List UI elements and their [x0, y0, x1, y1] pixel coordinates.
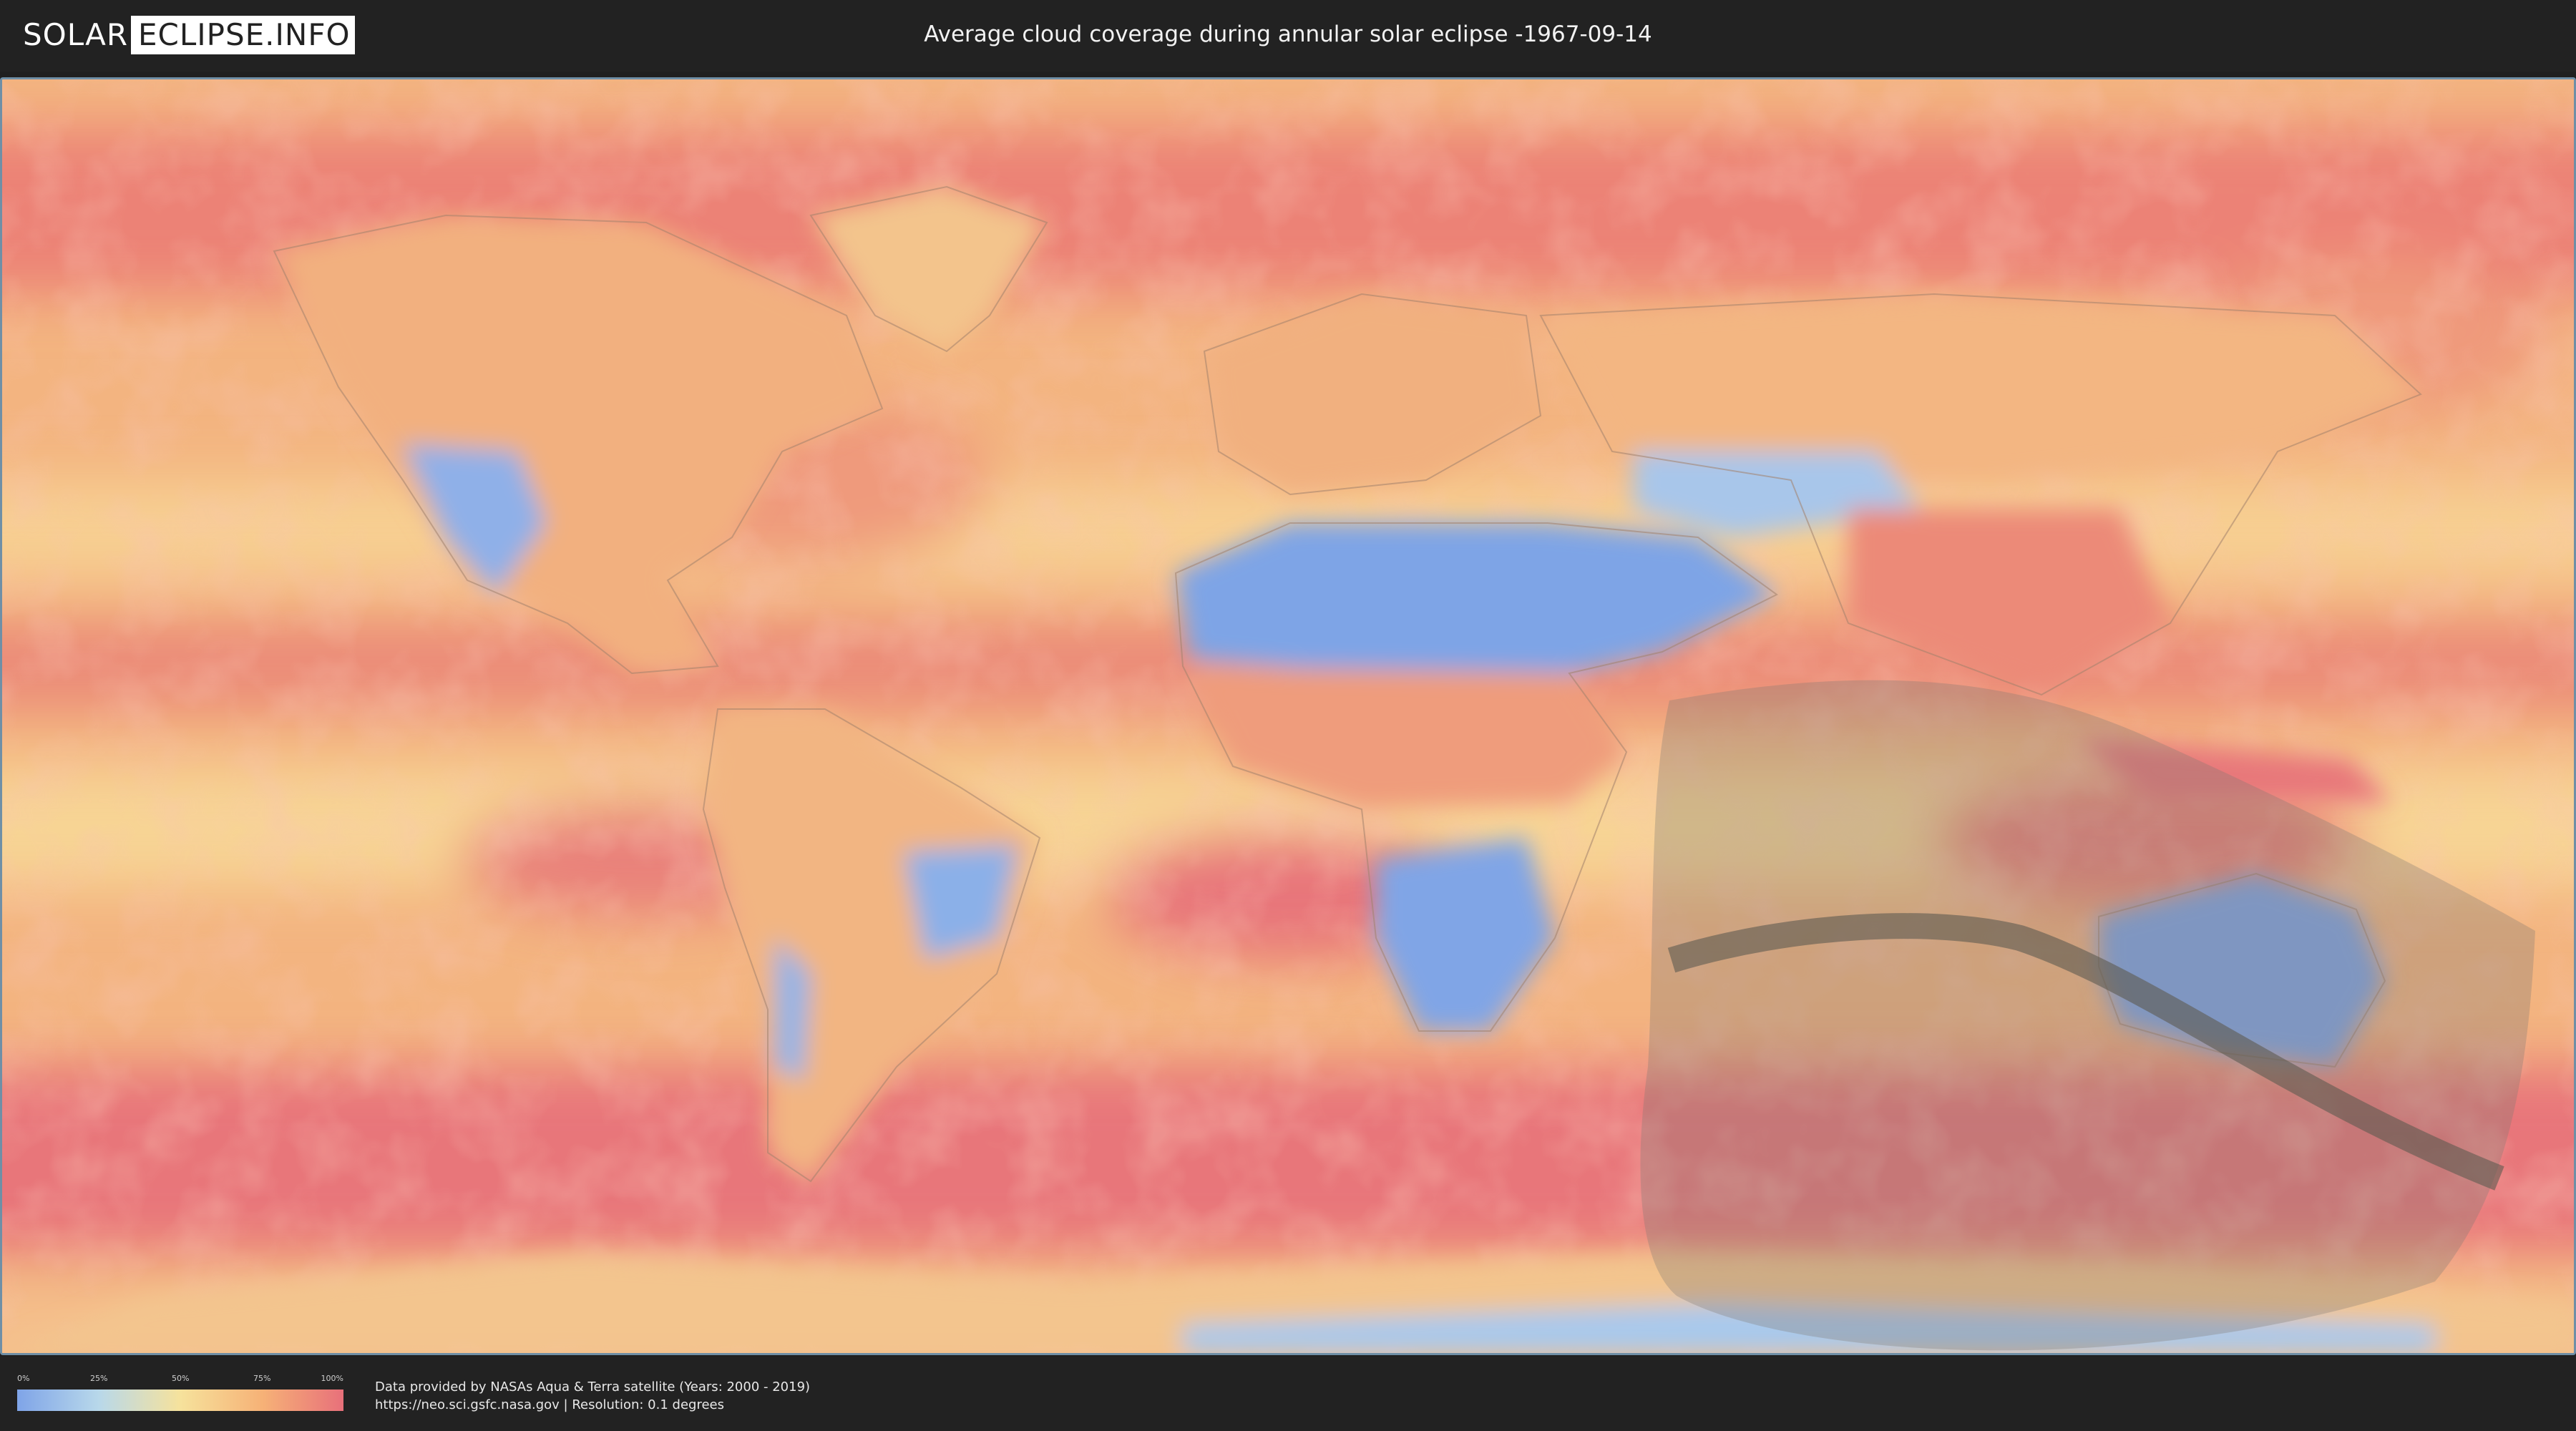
legend-ticks: 0% 25% 50% 75% 100%	[17, 1374, 343, 1385]
legend-tick-25: 25%	[90, 1374, 108, 1383]
header-bar: SOLAR ECLIPSE.INFO Average cloud coverag…	[0, 0, 2576, 72]
legend-tick-100: 100%	[321, 1374, 343, 1383]
legend-tick-0: 0%	[17, 1374, 30, 1383]
legend-tick-75: 75%	[253, 1374, 271, 1383]
map-canvas	[2, 79, 2574, 1353]
legend-tick-50: 50%	[172, 1374, 190, 1383]
page-title: Average cloud coverage during annular so…	[924, 21, 1652, 47]
cloud-coverage-map	[0, 77, 2576, 1355]
credits-url: https://neo.sci.gsfc.nasa.gov | Resoluti…	[375, 1397, 724, 1412]
data-credits: Data provided by NASAs Aqua & Terra sate…	[375, 1378, 810, 1414]
cloud-coverage-legend: 0% 25% 50% 75% 100%	[17, 1374, 343, 1414]
credits-source: Data provided by NASAs Aqua & Terra sate…	[375, 1379, 811, 1395]
legend-gradient	[17, 1390, 343, 1411]
